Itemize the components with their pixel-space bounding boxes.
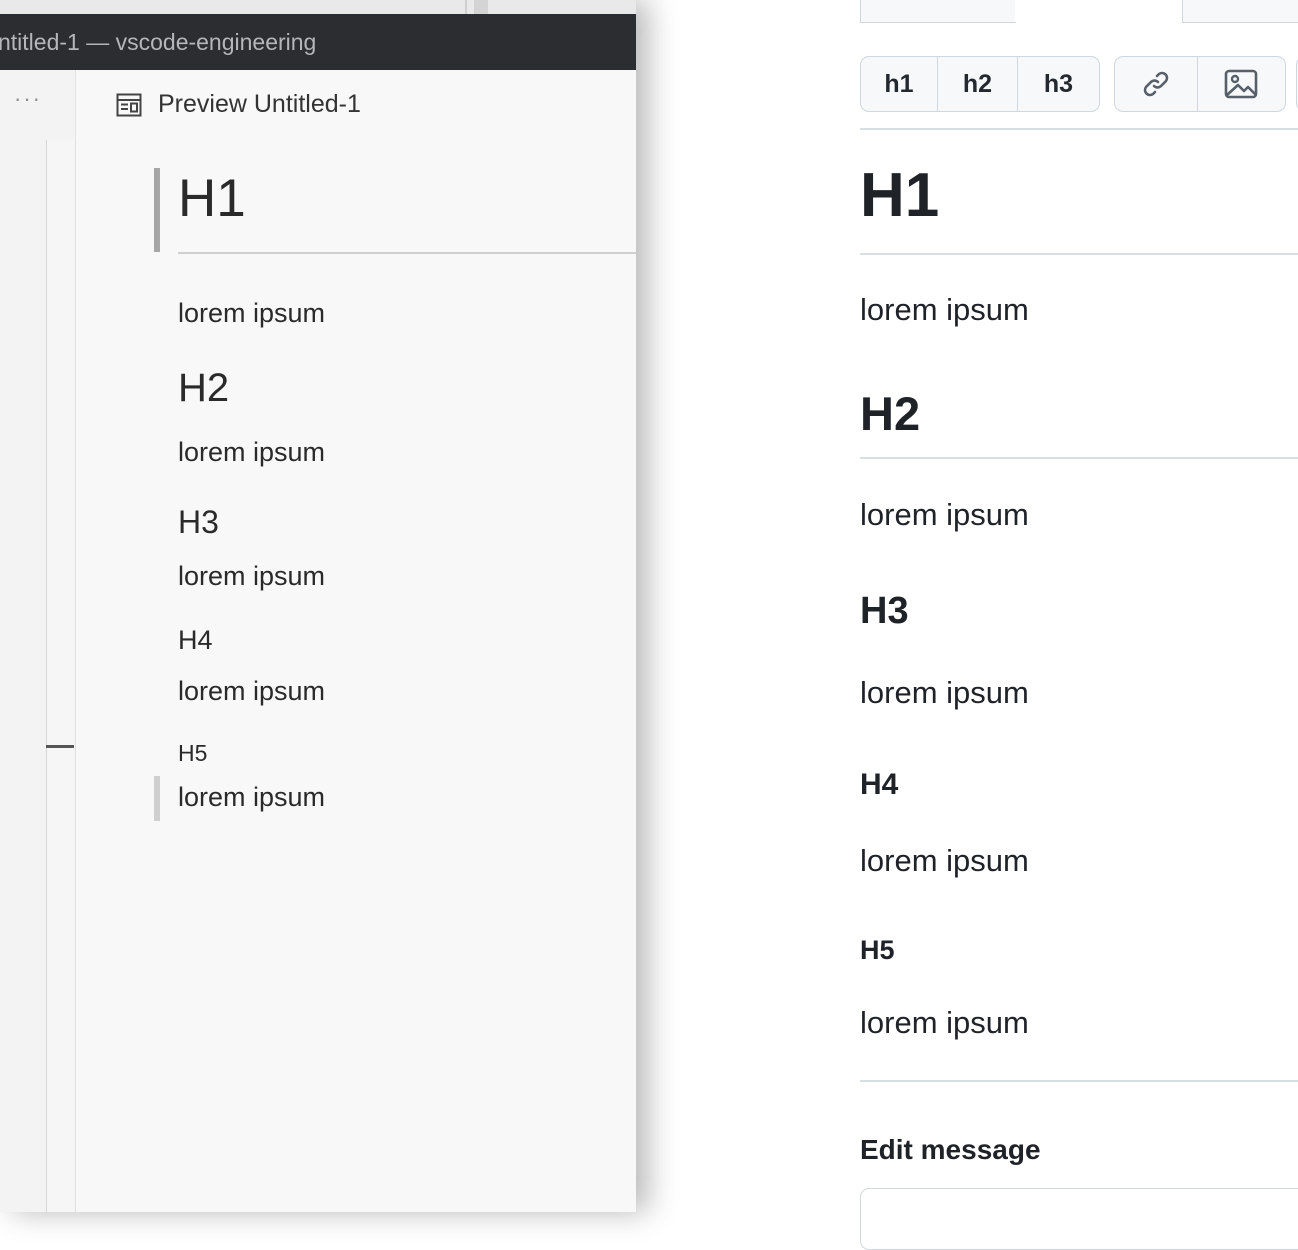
rendered-paragraph-5: lorem ipsum (860, 1005, 1029, 1040)
section-divider (860, 1080, 1298, 1082)
background-scroll-handle (474, 0, 488, 14)
preview-paragraph-4: lorem ipsum (178, 676, 326, 706)
sidebar-rail (46, 140, 74, 1212)
editor-tab-bar: Preview Untitled-1 (76, 70, 636, 140)
preview-paragraph-2: lorem ipsum (178, 437, 326, 467)
rendered-paragraph-4: lorem ipsum (860, 843, 1029, 878)
heading-1-rule (860, 253, 1298, 255)
edit-message-input[interactable] (860, 1188, 1298, 1250)
background-window-strip (0, 0, 636, 15)
heading-2-rule (860, 457, 1298, 459)
h3-button[interactable]: h3 (1018, 57, 1099, 111)
scroll-position-marker (46, 745, 74, 748)
cursor-line-indicator (154, 776, 160, 821)
preview-heading-4: H4 (178, 625, 213, 655)
selection-indicator (154, 168, 160, 252)
preview-icon (116, 93, 142, 117)
rendered-paragraph-1: lorem ipsum (860, 292, 1029, 327)
preview-paragraph-1: lorem ipsum (178, 298, 326, 328)
toolbar-divider (860, 128, 1298, 130)
background-divider (465, 0, 467, 14)
sidebar: ··· (0, 70, 76, 1212)
insert-button-group (1114, 56, 1286, 112)
heading-1-rule (178, 252, 636, 254)
link-button[interactable] (1115, 57, 1198, 111)
preview-heading-3: H3 (178, 504, 219, 540)
vscode-window: ntitled-1 — vscode-engineering ··· Previ… (0, 0, 636, 1212)
github-editor: h1 h2 h3 H1 lorem ipsum H2 lorem ipsum H… (636, 0, 1298, 1250)
rendered-heading-5: H5 (860, 935, 895, 965)
rendered-paragraph-2: lorem ipsum (860, 497, 1029, 532)
more-actions-icon[interactable]: ··· (14, 88, 42, 110)
markdown-preview: H1 lorem ipsum H2 lorem ipsum H3 lorem i… (76, 140, 636, 1212)
tab-write[interactable] (860, 0, 1016, 23)
edit-message-label: Edit message (860, 1134, 1041, 1165)
window-titlebar[interactable]: ntitled-1 — vscode-engineering (0, 14, 636, 70)
rendered-heading-4: H4 (860, 768, 899, 801)
link-icon (1143, 71, 1169, 97)
preview-paragraph-3: lorem ipsum (178, 561, 326, 591)
preview-heading-5: H5 (178, 740, 208, 766)
rendered-paragraph-3: lorem ipsum (860, 675, 1029, 710)
h1-button[interactable]: h1 (861, 57, 938, 111)
h2-button[interactable]: h2 (938, 57, 1018, 111)
image-button[interactable] (1198, 57, 1284, 111)
preview-paragraph-5: lorem ipsum (178, 782, 326, 812)
rendered-heading-3: H3 (860, 590, 909, 632)
image-icon (1224, 69, 1258, 99)
preview-heading-1: H1 (178, 169, 246, 228)
tab-preview[interactable] (1015, 0, 1181, 22)
rendered-heading-2: H2 (860, 387, 921, 440)
window-title: ntitled-1 — vscode-engineering (0, 29, 317, 55)
rendered-heading-1: H1 (860, 161, 940, 230)
heading-button-group: h1 h2 h3 (860, 56, 1100, 112)
tab-preview-untitled[interactable]: Preview Untitled-1 (158, 90, 361, 119)
tab-other[interactable] (1182, 0, 1298, 23)
preview-heading-2: H2 (178, 366, 230, 410)
